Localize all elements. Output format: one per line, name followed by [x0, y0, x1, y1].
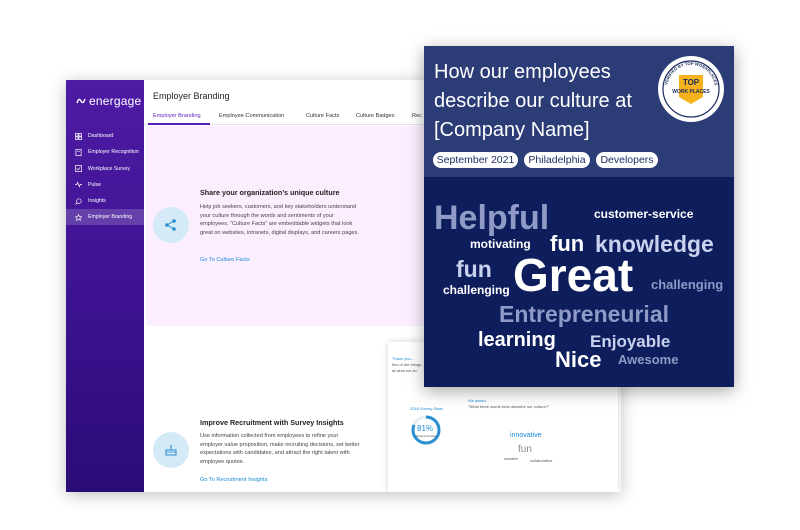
- share-icon: [165, 219, 176, 231]
- section-description: Help job seekers, customers, and key sta…: [200, 204, 359, 236]
- cloud-word-challenging: challenging: [443, 283, 510, 297]
- badge-center-bottom: WORK PLACES: [672, 89, 710, 95]
- cloud-word-great: Great: [513, 249, 634, 301]
- mini-word-innovative: innovative: [510, 432, 542, 439]
- go-to-culture-facts-link[interactable]: Go To Culture Facts: [200, 257, 250, 263]
- checkbox-icon: [75, 165, 82, 173]
- section-heading: Improve Recruitment with Survey Insights: [200, 418, 344, 427]
- culture-facts-section: Share your organization’s unique culture…: [146, 126, 446, 326]
- section-heading: Share your organization’s unique culture: [200, 188, 340, 197]
- thank-you-text-2: few of the things...: [392, 362, 425, 367]
- insights-icon: [75, 198, 82, 205]
- cloud-word-challenging-2: challenging: [651, 277, 724, 292]
- cloud-word-nice: Nice: [555, 347, 602, 372]
- survey-stats-title: 2018 Survey Stats: [410, 406, 443, 411]
- logo-mark-icon: [76, 98, 86, 104]
- sidebar-item-label: Workplace Survey: [88, 165, 130, 172]
- sidebar-item-employer-recognition[interactable]: Employer Recognition: [66, 144, 144, 160]
- cloud-word-awesome: Awesome: [618, 352, 679, 367]
- card-header: How our employees describe our culture a…: [424, 46, 734, 177]
- filter-pill-department[interactable]: Developers: [596, 152, 658, 168]
- cloud-word-learning: learning: [478, 329, 556, 351]
- cloud-word-customer-service: customer-service: [594, 207, 694, 221]
- top-workplaces-badge-icon: TOP WORK PLACES VERIFIED BY TOP WORKPLAC…: [658, 56, 724, 122]
- we-asked-label: We asked: [468, 398, 486, 403]
- mini-word-collaborative: collaborative: [530, 458, 553, 463]
- mini-word-fun: fun: [518, 444, 532, 455]
- star-icon: [75, 213, 82, 221]
- active-tab-indicator: [148, 123, 210, 125]
- energage-logo[interactable]: energage: [76, 94, 141, 108]
- tab-recruitment[interactable]: Rec: [412, 113, 422, 119]
- culture-word-cloud-card: How our employees describe our culture a…: [424, 46, 734, 387]
- sidebar-item-dashboard[interactable]: Dashboard: [66, 128, 144, 144]
- tab-employer-branding[interactable]: Employer Branding: [153, 113, 201, 119]
- thank-you-text-3: at what we do: [392, 368, 417, 373]
- go-to-recruitment-insights-link[interactable]: Go To Recruitment Insights: [200, 477, 267, 483]
- dashboard-icon: [75, 132, 82, 140]
- cloud-word-helpful: Helpful: [434, 199, 550, 237]
- filter-pill-date[interactable]: September 2021: [433, 152, 518, 168]
- sidebar-item-label: Dashboard: [88, 133, 114, 139]
- card-title: How our employees describe our culture a…: [434, 61, 632, 141]
- response-rate-value: 81%: [417, 424, 434, 433]
- sidebar-nav: Dashboard Employer Recognition Workplace…: [66, 128, 144, 226]
- sidebar-item-workplace-survey[interactable]: Workplace Survey: [66, 161, 144, 177]
- sidebar: energage Dashboard Employer Recognition …: [66, 80, 144, 492]
- sidebar-item-insights[interactable]: Insights: [66, 193, 144, 209]
- sidebar-item-label: Employer Branding: [88, 214, 133, 221]
- page-title: Employer Branding: [153, 91, 230, 101]
- sidebar-item-pulse[interactable]: Pulse: [66, 177, 144, 193]
- section-description: Use information collected from employees…: [200, 433, 360, 465]
- cloud-word-enjoyable: Enjoyable: [590, 332, 671, 351]
- tab-culture-badges[interactable]: Culture Badges: [356, 113, 395, 119]
- logo-text: energage: [89, 94, 142, 108]
- tab-employee-communication[interactable]: Employee Communication: [219, 113, 284, 119]
- cloud-word-entrepreneurial: Entrepreneurial: [499, 301, 669, 327]
- tab-culture-facts[interactable]: Culture Facts: [306, 113, 339, 119]
- badge-center-top: TOP: [683, 78, 700, 87]
- survey-question: "What three words best describe our cult…: [468, 404, 550, 409]
- response-rate-label: Response Rate: [416, 434, 437, 438]
- thank-you-text: Thank you...: [392, 356, 415, 361]
- sidebar-item-label: Employer Recognition: [88, 149, 139, 156]
- award-icon: [75, 148, 82, 156]
- sidebar-item-employer-branding[interactable]: Employer Branding: [66, 209, 144, 226]
- sidebar-item-label: Insights: [88, 198, 106, 205]
- mini-word-creative: creative: [504, 456, 519, 461]
- sidebar-item-label: Pulse: [88, 181, 101, 188]
- share-icon-circle: [153, 207, 189, 243]
- cloud-word-fun-2: fun: [456, 256, 492, 282]
- pulse-icon: [75, 181, 82, 189]
- cake-icon-circle: [153, 432, 189, 468]
- filter-pill-location[interactable]: Philadelphia: [524, 152, 590, 168]
- cake-icon: [165, 445, 177, 456]
